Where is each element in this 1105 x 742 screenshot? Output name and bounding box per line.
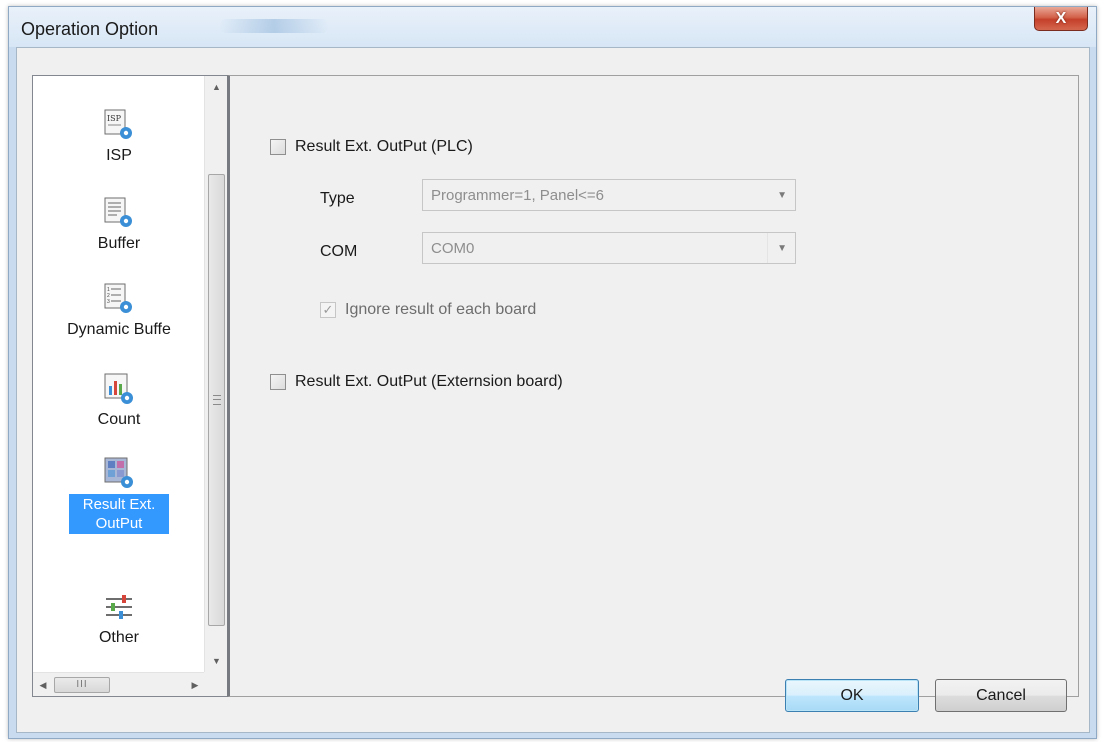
nav-item-dynamic-buffer[interactable]: 1 2 3 Dynamic Buffe bbox=[33, 282, 205, 339]
nav-item-label: Buffer bbox=[97, 235, 141, 252]
dialog-client-area: ISP ISP Buffer 1 2 3 Dynamic Buffe Count… bbox=[16, 47, 1090, 733]
close-button[interactable]: X bbox=[1034, 7, 1088, 31]
cancel-button[interactable]: Cancel bbox=[935, 679, 1067, 712]
title-bar-highlight bbox=[219, 19, 329, 33]
scroll-up-arrow-icon[interactable]: ▲ bbox=[205, 76, 228, 98]
com-label: COM bbox=[320, 243, 358, 260]
grip-icon bbox=[213, 395, 221, 405]
option-category-list[interactable]: ISP ISP Buffer 1 2 3 Dynamic Buffe Count… bbox=[32, 75, 228, 697]
plc-output-label: Result Ext. OutPut (PLC) bbox=[295, 138, 473, 155]
scrollbar-corner bbox=[204, 672, 227, 696]
nav-item-result-ext-output[interactable]: Result Ext. OutPut bbox=[33, 456, 205, 534]
extension-board-checkbox[interactable] bbox=[270, 374, 286, 390]
extension-board-label: Result Ext. OutPut (Externsion board) bbox=[295, 373, 563, 390]
nav-item-buffer[interactable]: Buffer bbox=[33, 196, 205, 253]
type-dropdown[interactable]: Programmer=1, Panel<=6 ▼ bbox=[422, 179, 796, 211]
extension-board-checkbox-row[interactable]: Result Ext. OutPut (Externsion board) bbox=[270, 373, 563, 391]
close-icon: X bbox=[1055, 9, 1067, 27]
chevron-down-icon: ▼ bbox=[777, 243, 787, 254]
scroll-down-arrow-icon[interactable]: ▼ bbox=[205, 650, 228, 672]
type-dropdown-value: Programmer=1, Panel<=6 bbox=[431, 186, 605, 204]
nav-item-other[interactable]: Other bbox=[33, 590, 205, 647]
scroll-right-arrow-icon[interactable]: ▶ bbox=[185, 673, 205, 697]
horizontal-scroll-thumb[interactable]: III bbox=[54, 677, 110, 693]
category-items: ISP ISP Buffer 1 2 3 Dynamic Buffe Count… bbox=[33, 76, 205, 672]
window-title: Operation Option bbox=[21, 19, 159, 39]
com-dropdown[interactable]: COM0 ▼ bbox=[422, 232, 796, 264]
svg-text:ISP: ISP bbox=[107, 114, 122, 123]
result-output-gear-icon bbox=[104, 457, 133, 488]
plc-output-checkbox[interactable] bbox=[270, 139, 286, 155]
buffer-gear-icon bbox=[104, 197, 132, 227]
title-bar[interactable]: Operation Option X bbox=[9, 7, 1096, 47]
count-chart-gear-icon bbox=[104, 373, 133, 404]
vertical-scrollbar[interactable]: ▲ ▼ bbox=[204, 76, 227, 672]
nav-item-count[interactable]: Count bbox=[33, 372, 205, 429]
com-dropdown-value: COM0 bbox=[431, 239, 475, 257]
chevron-down-icon: ▼ bbox=[777, 190, 787, 201]
scroll-left-arrow-icon[interactable]: ◀ bbox=[33, 673, 53, 697]
vertical-scroll-thumb[interactable] bbox=[208, 174, 225, 626]
isp-gear-icon: ISP bbox=[104, 109, 132, 139]
operation-option-dialog: Operation Option X ISP ISP Buffer 1 2 3 … bbox=[8, 6, 1097, 739]
nav-item-label: Other bbox=[98, 629, 139, 646]
svg-text:3: 3 bbox=[107, 299, 110, 305]
ignore-result-checkbox[interactable]: ✓ bbox=[320, 302, 336, 318]
nav-item-label-line2: OutPut bbox=[95, 515, 143, 532]
nav-item-label-line1: Result Ext. bbox=[82, 496, 156, 513]
nav-item-label-selected: Result Ext. OutPut bbox=[69, 494, 169, 534]
nav-item-isp[interactable]: ISP ISP bbox=[33, 108, 205, 165]
ignore-result-label: Ignore result of each board bbox=[345, 301, 537, 318]
nav-item-label: ISP bbox=[106, 147, 132, 164]
dynamic-buffer-gear-icon: 1 2 3 bbox=[104, 283, 132, 313]
type-label: Type bbox=[320, 190, 355, 207]
horizontal-scrollbar[interactable]: ◀ III ▶ bbox=[33, 672, 205, 696]
sliders-icon bbox=[106, 595, 132, 619]
nav-item-label: Dynamic Buffe bbox=[67, 321, 171, 338]
ignore-result-checkbox-row[interactable]: ✓ Ignore result of each board bbox=[320, 301, 536, 319]
ok-button[interactable]: OK bbox=[785, 679, 919, 712]
result-ext-output-panel: Result Ext. OutPut (PLC) Type Programmer… bbox=[227, 75, 1079, 697]
plc-output-checkbox-row[interactable]: Result Ext. OutPut (PLC) bbox=[270, 138, 473, 156]
nav-item-label: Count bbox=[97, 411, 141, 428]
